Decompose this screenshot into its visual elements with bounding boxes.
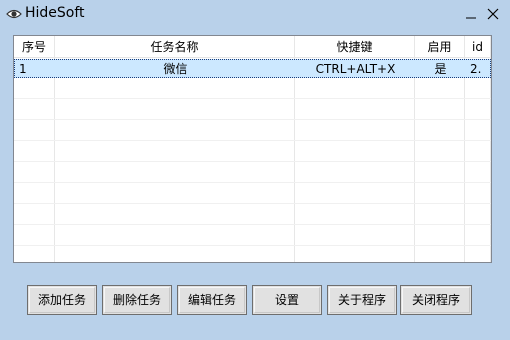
window-title: HideSoft [25,5,85,21]
column-header-hotkey[interactable]: 快捷键 [295,36,414,58]
grid-line [14,119,491,120]
column-header-id[interactable]: id [465,36,490,58]
minimize-icon[interactable] [461,4,481,24]
grid-line [14,161,491,162]
task-table[interactable]: 序号 任务名称 快捷键 启用 id 1 微信 CTRL+ALT+X 是 2. [13,35,492,263]
edit-task-button[interactable]: 编辑任务 [177,285,247,315]
cell-hotkey: CTRL+ALT+X [315,62,396,76]
grid-line [14,182,491,183]
column-header-index[interactable]: 序号 [14,36,54,58]
cell-enabled: 是 [434,62,447,76]
close-icon[interactable] [483,4,503,24]
settings-button[interactable]: 设置 [252,285,322,315]
eye-icon [6,6,22,22]
title-bar: HideSoft [0,0,510,28]
cell-task-name: 微信 [163,62,188,76]
add-task-button[interactable]: 添加任务 [27,285,97,315]
grid-line [14,203,491,204]
about-button[interactable]: 关于程序 [327,285,397,315]
grid-line [14,140,491,141]
grid-line [14,224,491,225]
grid-line [14,98,491,99]
cell-id: 2. [470,62,482,76]
table-row[interactable]: 1 微信 CTRL+ALT+X 是 2. [14,59,491,78]
column-header-enabled[interactable]: 启用 [415,36,464,58]
grid-line [14,245,491,246]
close-program-button[interactable]: 关闭程序 [400,285,472,315]
cell-index: 1 [19,62,27,76]
column-header-task-name[interactable]: 任务名称 [55,36,294,58]
delete-task-button[interactable]: 删除任务 [102,285,172,315]
